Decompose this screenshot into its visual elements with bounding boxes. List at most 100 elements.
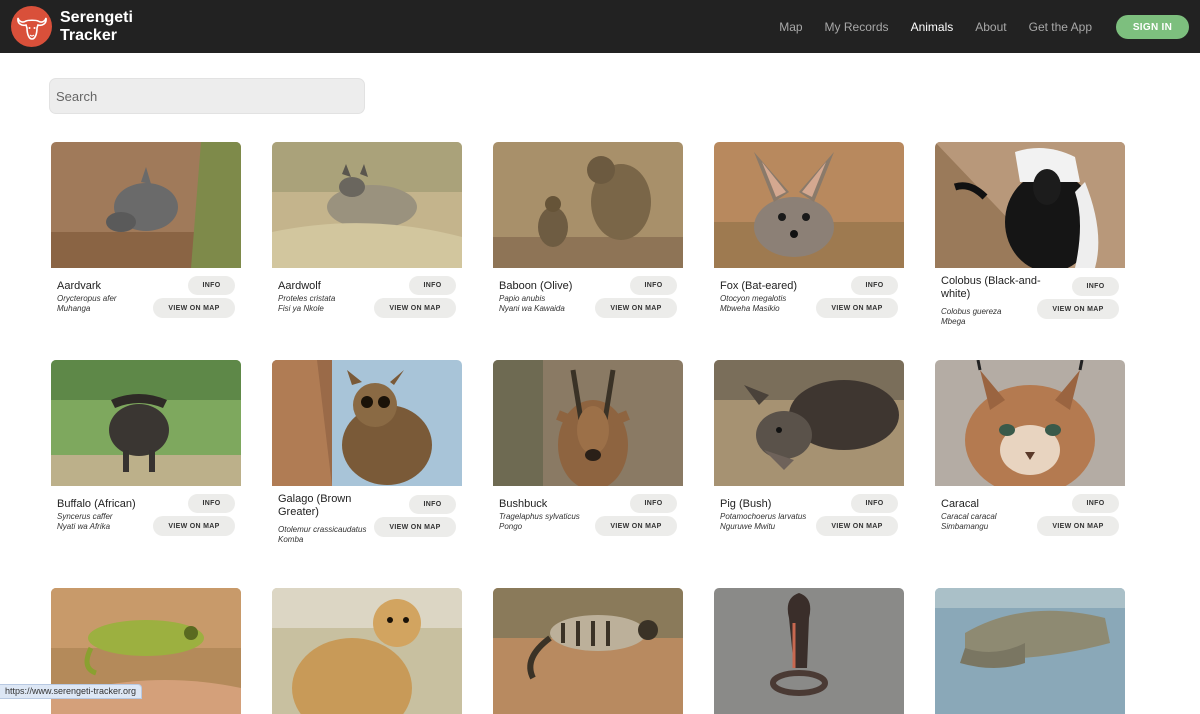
card-details: Buffalo (African) Syncerus caffer Nyati wa… [51,486,241,576]
animal-names-group: Potamochoerus larvatus Nguruwe Mwitu [720,512,832,532]
info-button[interactable]: INFO [851,494,898,513]
info-button[interactable]: INFO [851,276,898,295]
animal-name[interactable]: Fox (Bat-eared) [720,280,832,293]
fox-photo[interactable] [714,142,904,268]
top-nav-bar: Serengeti Tracker Map My Records Animals… [0,0,1200,53]
animal-names-group: Orycteropus afer Muhanga [57,294,169,314]
local-name: Komba [278,535,304,544]
animal-names-group: Syncerus caffer Nyati wa Afrika [57,512,169,532]
info-button[interactable]: INFO [630,494,677,513]
animal-card: Baboon (Olive) Papio anubis Nyani wa Kawai… [493,142,683,358]
aardvark-photo[interactable] [51,142,241,268]
info-button[interactable]: INFO [630,276,677,295]
scientific-name: Proteles cristata [278,294,336,303]
animal-card [935,588,1125,714]
buffalo-photo[interactable] [51,360,241,486]
info-button[interactable]: INFO [1072,277,1119,296]
animal-card [714,588,904,714]
animal-name[interactable]: Aardvark [57,280,169,293]
brand-line-1: Serengeti [60,9,133,26]
card-details: Colobus (Black-and-white) Colobus guereza… [935,268,1125,358]
card-details: Bushbuck Tragelaphus sylvaticus Pongo INFO V… [493,486,683,576]
nav-my-records[interactable]: My Records [825,20,889,34]
buffalo-logo-icon[interactable] [11,6,52,47]
card-details: Fox (Bat-eared) Otocyon megalotis Mbweha M… [714,268,904,358]
main-nav: Map My Records Animals About Get the App [757,0,1092,53]
info-button[interactable]: INFO [1072,494,1119,513]
animal-name[interactable]: Baboon (Olive) [499,280,611,293]
galago-photo[interactable] [272,360,462,486]
animal-name[interactable]: Galago (Brown Greater) [278,493,390,519]
animal-name[interactable]: Caracal [941,498,1053,511]
animal-name[interactable]: Pig (Bush) [720,498,832,511]
colobus-photo[interactable] [935,142,1125,268]
animal-name[interactable]: Colobus (Black-and-white) [941,275,1053,301]
info-button[interactable]: INFO [409,495,456,514]
nav-map[interactable]: Map [779,20,802,34]
animal-name[interactable]: Bushbuck [499,498,611,511]
animal-names-group: Papio anubis Nyani wa Kawaida [499,294,611,314]
animal-card: Fox (Bat-eared) Otocyon megalotis Mbweha M… [714,142,904,358]
animal-card: Buffalo (African) Syncerus caffer Nyati wa… [51,360,241,576]
bushbuck-photo[interactable] [493,360,683,486]
view-on-map-button[interactable]: VIEW ON MAP [374,517,456,537]
view-on-map-button[interactable]: VIEW ON MAP [1037,516,1119,536]
info-button[interactable]: INFO [188,276,235,295]
scientific-name: Tragelaphus sylvaticus [499,512,580,521]
bushpig-photo[interactable] [714,360,904,486]
animal-card: Bushbuck Tragelaphus sylvaticus Pongo INFO V… [493,360,683,576]
scientific-name: Papio anubis [499,294,546,303]
baboon-photo[interactable] [493,142,683,268]
animal-card: Galago (Brown Greater) Otolemur crassicau… [272,360,462,576]
card-details: Baboon (Olive) Papio anubis Nyani wa Kawai… [493,268,683,358]
aardwolf-photo[interactable] [272,142,462,268]
sign-in-button[interactable]: SIGN IN [1116,15,1189,39]
crocodile-photo[interactable] [935,588,1125,714]
civet-photo[interactable] [493,588,683,714]
brand-line-2: Tracker [60,27,117,44]
animal-card [493,588,683,714]
view-on-map-button[interactable]: VIEW ON MAP [816,298,898,318]
nav-get-the-app[interactable]: Get the App [1029,20,1092,34]
scientific-name: Potamochoerus larvatus [720,512,807,521]
view-on-map-button[interactable]: VIEW ON MAP [816,516,898,536]
scientific-name: Otocyon megalotis [720,294,787,303]
search-input[interactable] [49,78,365,114]
animal-card: Colobus (Black-and-white) Colobus guereza… [935,142,1125,358]
card-details: Aardwolf Proteles cristata Fisi ya Nkole IN… [272,268,462,358]
animal-names-group: Otocyon megalotis Mbweha Masikio [720,294,832,314]
cobra-photo[interactable] [714,588,904,714]
scientific-name: Caracal caracal [941,512,997,521]
animal-name[interactable]: Aardwolf [278,280,390,293]
animal-names-group: Tragelaphus sylvaticus Pongo [499,512,611,532]
animal-names-group: Caracal caracal Simbamangu [941,512,1053,532]
nav-animals[interactable]: Animals [911,20,954,34]
local-name: Mbega [941,317,966,326]
scientific-name: Syncerus caffer [57,512,113,521]
card-details: Galago (Brown Greater) Otolemur crassicau… [272,486,462,576]
view-on-map-button[interactable]: VIEW ON MAP [153,516,235,536]
info-button[interactable]: INFO [409,276,456,295]
animal-name[interactable]: Buffalo (African) [57,498,169,511]
animal-names-group: Proteles cristata Fisi ya Nkole [278,294,390,314]
view-on-map-button[interactable]: VIEW ON MAP [1037,299,1119,319]
card-details: Pig (Bush) Potamochoerus larvatus Nguruwe … [714,486,904,576]
view-on-map-button[interactable]: VIEW ON MAP [153,298,235,318]
brand-name[interactable]: Serengeti Tracker [60,9,150,45]
nav-about[interactable]: About [975,20,1006,34]
card-details: Caracal Caracal caracal Simbamangu INFO VIEW… [935,486,1125,576]
animal-card: Aardwolf Proteles cristata Fisi ya Nkole IN… [272,142,462,358]
scientific-name: Orycteropus afer [57,294,117,303]
view-on-map-button[interactable]: VIEW ON MAP [595,298,677,318]
info-button[interactable]: INFO [188,494,235,513]
caracal-photo[interactable] [935,360,1125,486]
animal-card [272,588,462,714]
cheetah-photo[interactable] [272,588,462,714]
animal-card: Aardvark Orycteropus afer Muhanga INFO VIEW … [51,142,241,358]
animal-card: Caracal Caracal caracal Simbamangu INFO VIEW… [935,360,1125,576]
view-on-map-button[interactable]: VIEW ON MAP [374,298,456,318]
animal-card: Pig (Bush) Potamochoerus larvatus Nguruwe … [714,360,904,576]
link-status-bar: https://www.serengeti-tracker.org [0,684,143,699]
card-details: Aardvark Orycteropus afer Muhanga INFO VIEW … [51,268,241,358]
view-on-map-button[interactable]: VIEW ON MAP [595,516,677,536]
